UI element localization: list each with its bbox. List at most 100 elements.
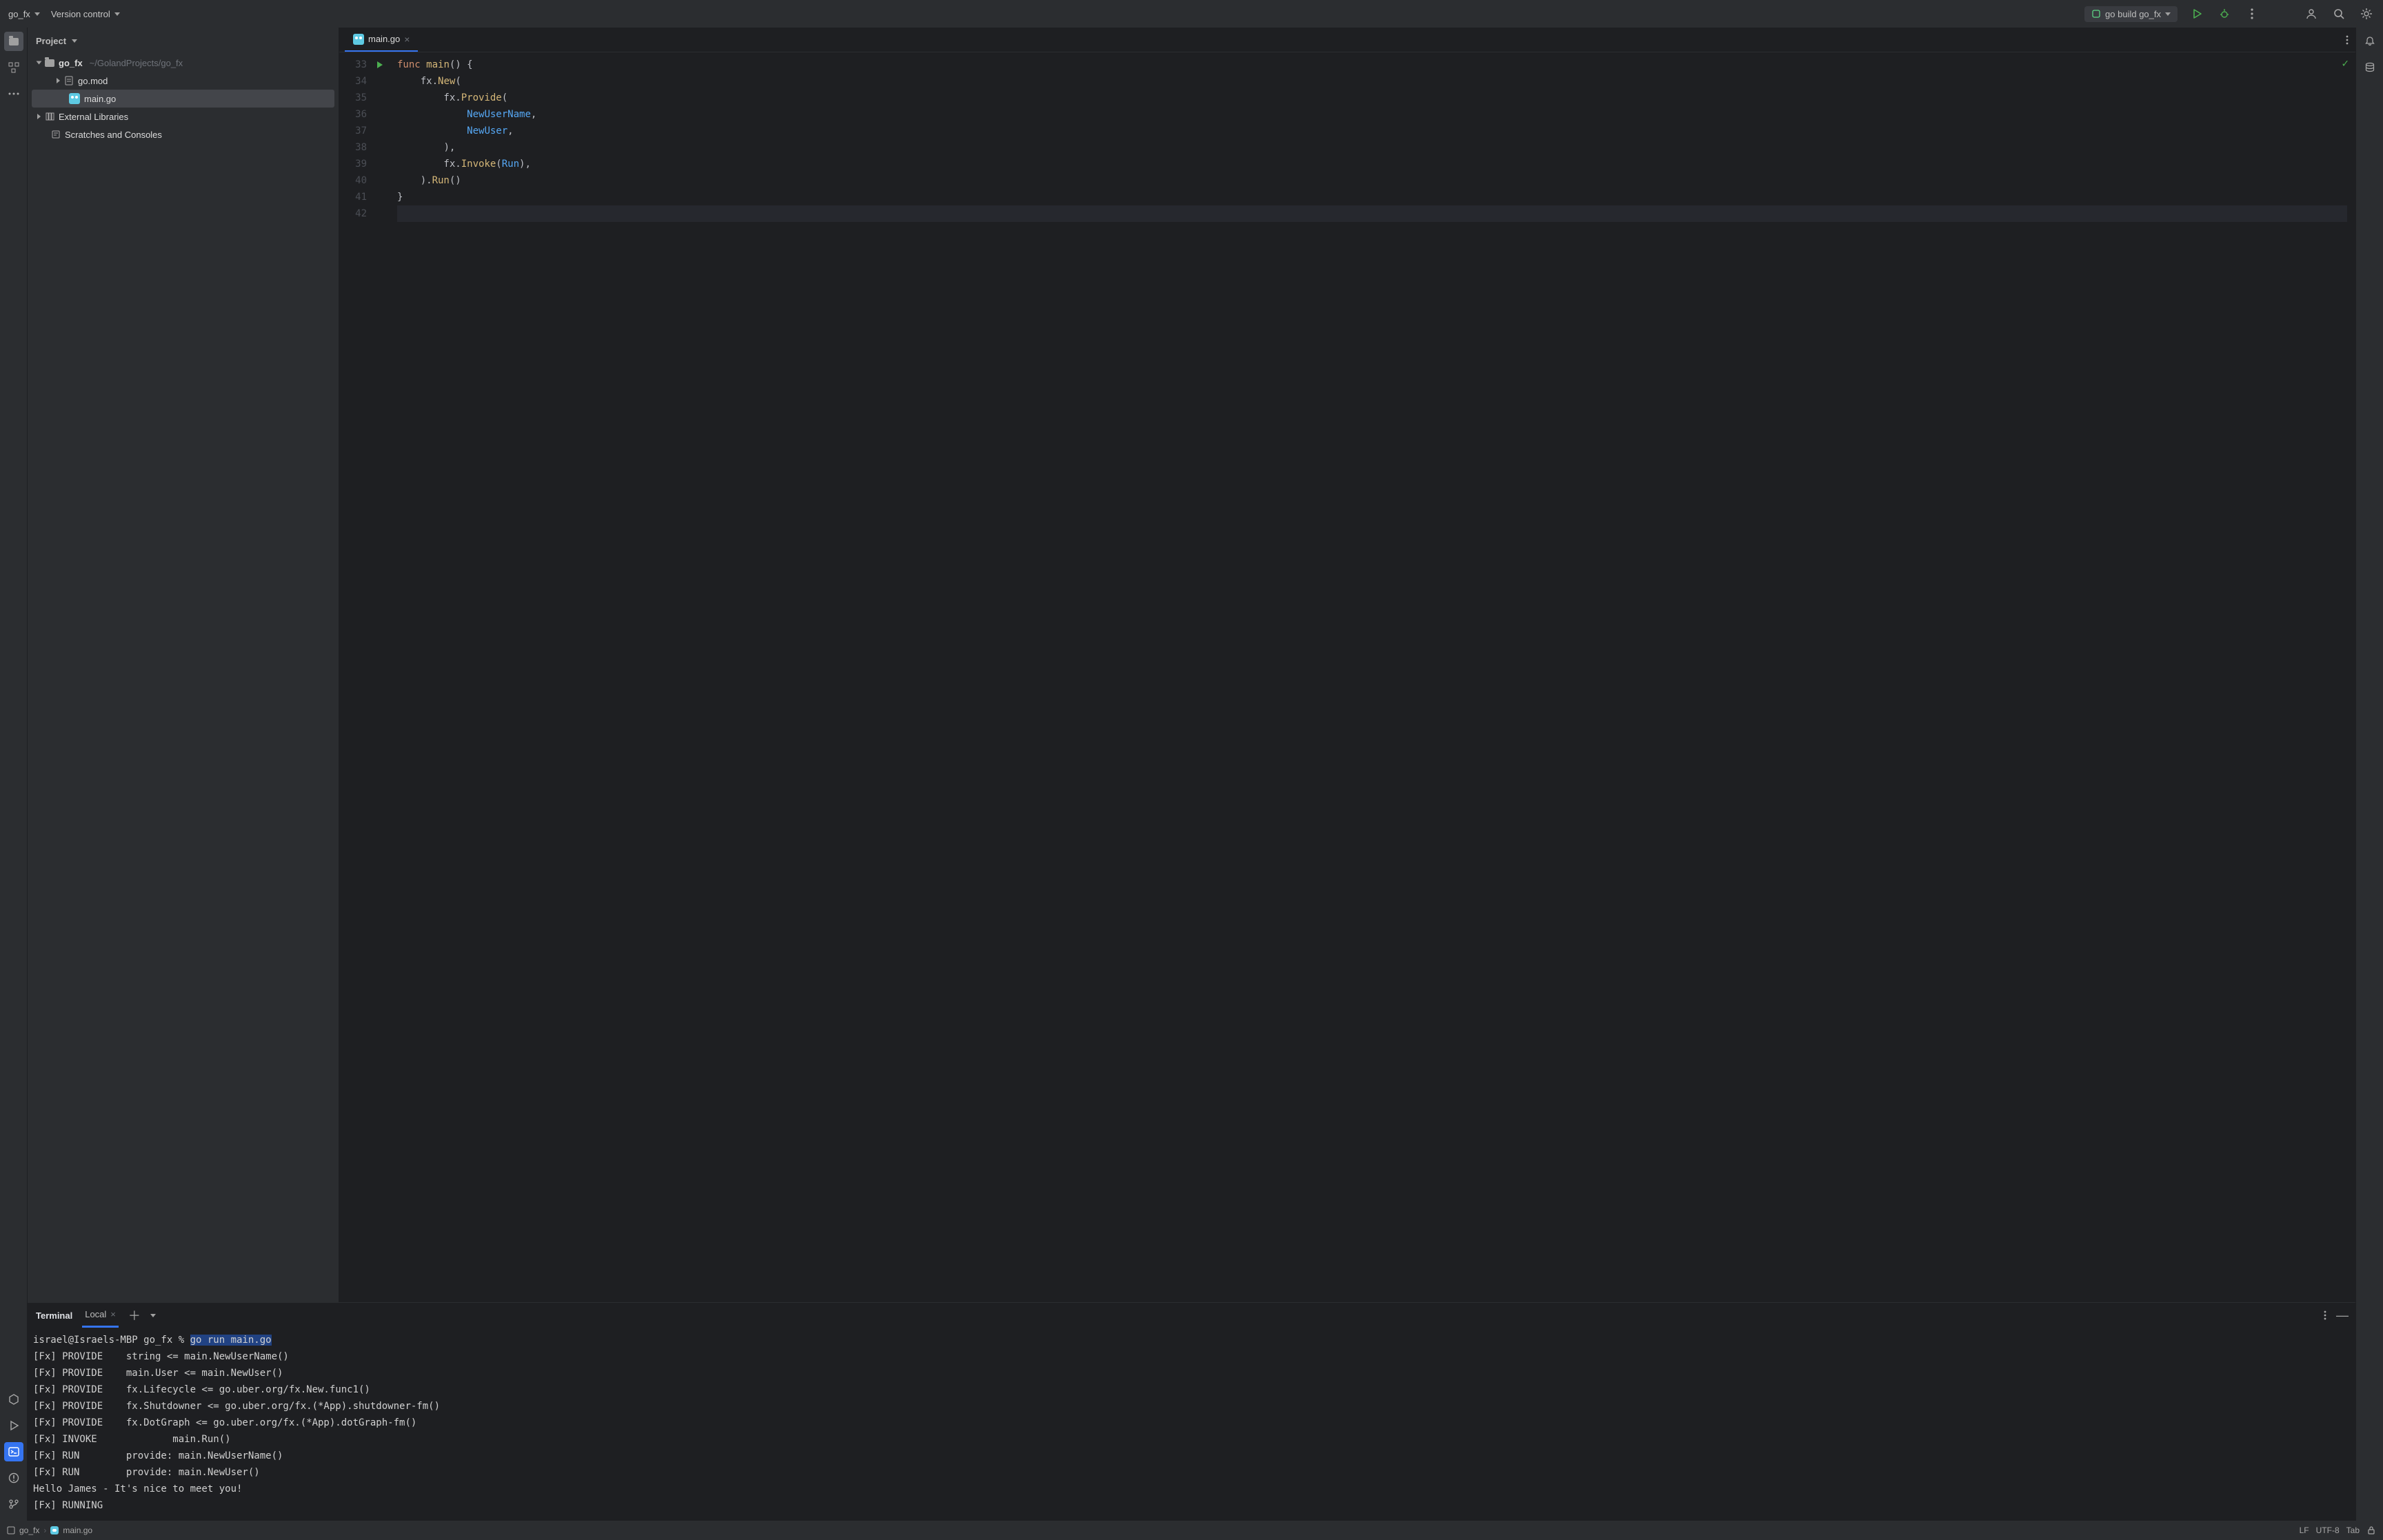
run-config-icon bbox=[2091, 9, 2101, 19]
module-icon bbox=[7, 1526, 15, 1534]
tree-item-maingo[interactable]: main.go bbox=[32, 90, 334, 108]
expand-icon bbox=[37, 61, 42, 65]
code-line[interactable] bbox=[397, 205, 2347, 222]
search-everywhere-button[interactable] bbox=[2331, 6, 2347, 22]
status-indent[interactable]: Tab bbox=[2346, 1526, 2360, 1535]
play-icon bbox=[8, 1420, 19, 1431]
code-line[interactable]: fx.Provide( bbox=[397, 90, 2347, 106]
status-readonly-toggle[interactable] bbox=[2366, 1526, 2376, 1535]
terminal-header: Terminal Local × ＋ — bbox=[28, 1303, 2355, 1328]
terminal-more-button[interactable] bbox=[2324, 1310, 2326, 1320]
editor: main.go × 33343536373839404142 func main… bbox=[339, 28, 2355, 1302]
analysis-ok-icon[interactable]: ✓ bbox=[2342, 57, 2349, 70]
tree-root-path: ~/GolandProjects/go_fx bbox=[90, 58, 183, 68]
file-icon bbox=[64, 76, 74, 85]
ellipsis-icon bbox=[8, 92, 19, 95]
person-icon bbox=[2305, 8, 2317, 20]
kebab-icon bbox=[2346, 35, 2349, 45]
editor-more-button[interactable] bbox=[2346, 35, 2349, 45]
run-config-label: go build go_fx bbox=[2105, 9, 2161, 19]
code-line[interactable]: fx.New( bbox=[397, 73, 2347, 90]
right-tool-rail bbox=[2355, 28, 2383, 1521]
breadcrumb[interactable]: go_fx › main.go bbox=[7, 1526, 92, 1535]
tree-item-gomod[interactable]: go.mod bbox=[32, 72, 334, 90]
run-button[interactable] bbox=[2189, 6, 2205, 22]
play-icon bbox=[2191, 8, 2203, 20]
statusbar: go_fx › main.go LF UTF-8 Tab bbox=[0, 1521, 2383, 1540]
project-name: go_fx bbox=[8, 9, 30, 19]
kebab-icon bbox=[2324, 1310, 2326, 1320]
left-tool-rail bbox=[0, 28, 28, 1521]
close-terminal-tab[interactable]: × bbox=[110, 1309, 116, 1319]
run-tool-button[interactable] bbox=[4, 1416, 23, 1435]
go-file-icon bbox=[69, 93, 80, 104]
code-line[interactable]: } bbox=[397, 189, 2347, 205]
editor-tab-label: main.go bbox=[368, 34, 400, 44]
hide-terminal-button[interactable]: — bbox=[2336, 1310, 2349, 1320]
terminal-tab-label: Local bbox=[85, 1309, 106, 1319]
more-tools-button[interactable] bbox=[4, 84, 23, 103]
database-tool-button[interactable] bbox=[2360, 58, 2380, 77]
project-tool-button[interactable] bbox=[4, 32, 23, 51]
git-branch-icon bbox=[8, 1499, 19, 1510]
warning-icon bbox=[8, 1472, 19, 1483]
project-header[interactable]: Project bbox=[28, 28, 339, 54]
project-dropdown[interactable]: go_fx bbox=[8, 9, 40, 19]
code-line[interactable]: func main() { bbox=[397, 57, 2347, 73]
status-encoding[interactable]: UTF-8 bbox=[2316, 1526, 2340, 1535]
folder-icon bbox=[9, 38, 19, 45]
go-file-icon bbox=[50, 1526, 59, 1534]
problems-tool-button[interactable] bbox=[4, 1468, 23, 1488]
code-lines[interactable]: func main() { fx.New( fx.Provide( NewUse… bbox=[388, 52, 2355, 1302]
notifications-button[interactable] bbox=[2360, 32, 2380, 51]
structure-tool-button[interactable] bbox=[4, 58, 23, 77]
new-terminal-button[interactable]: ＋ bbox=[128, 1306, 141, 1324]
breadcrumb-sep: › bbox=[43, 1526, 46, 1535]
editor-tab[interactable]: main.go × bbox=[345, 28, 418, 52]
titlebar: go_fx Version control go build go_fx bbox=[0, 0, 2383, 28]
terminal-dropdown[interactable] bbox=[150, 1314, 156, 1317]
vcs-dropdown[interactable]: Version control bbox=[51, 9, 120, 19]
chevron-down-icon bbox=[72, 39, 77, 43]
hexagon-icon bbox=[8, 1393, 20, 1406]
code-line[interactable]: NewUser, bbox=[397, 123, 2347, 139]
gutter-run-icon[interactable] bbox=[377, 61, 383, 68]
editor-tabs: main.go × bbox=[339, 28, 2355, 52]
tree-item-scratches[interactable]: Scratches and Consoles bbox=[32, 125, 334, 143]
project-tool-window: Project go_fx ~/GolandProjects/go_fx bbox=[28, 28, 339, 1302]
code-line[interactable]: ).Run() bbox=[397, 172, 2347, 189]
line-number-gutter: 33343536373839404142 bbox=[339, 52, 372, 1302]
tree-root-name: go_fx bbox=[59, 58, 83, 68]
tree-item-label: go.mod bbox=[78, 76, 108, 86]
lock-icon bbox=[2366, 1526, 2376, 1535]
terminal-tab[interactable]: Local × bbox=[82, 1303, 119, 1328]
project-tree: go_fx ~/GolandProjects/go_fx go.mod main… bbox=[28, 54, 339, 143]
run-gutter bbox=[372, 52, 388, 1302]
code-with-me-button[interactable] bbox=[2303, 6, 2320, 22]
terminal-title: Terminal bbox=[36, 1310, 72, 1321]
code-line[interactable]: NewUserName, bbox=[397, 106, 2347, 123]
code-line[interactable]: ), bbox=[397, 139, 2347, 156]
code-line[interactable]: fx.Invoke(Run), bbox=[397, 156, 2347, 172]
tree-root[interactable]: go_fx ~/GolandProjects/go_fx bbox=[32, 54, 334, 72]
status-line-ending[interactable]: LF bbox=[2300, 1526, 2309, 1535]
chevron-down-icon bbox=[114, 12, 120, 16]
scratches-icon bbox=[51, 130, 61, 139]
run-config-selector[interactable]: go build go_fx bbox=[2084, 6, 2178, 22]
close-tab-button[interactable]: × bbox=[404, 34, 410, 45]
tree-item-label: main.go bbox=[84, 94, 116, 104]
tree-item-ext-libs[interactable]: External Libraries bbox=[32, 108, 334, 125]
settings-button[interactable] bbox=[2358, 6, 2375, 22]
code-area[interactable]: 33343536373839404142 func main() { fx.Ne… bbox=[339, 52, 2355, 1302]
tree-item-label: Scratches and Consoles bbox=[65, 130, 162, 140]
tree-item-label: External Libraries bbox=[59, 112, 128, 122]
services-tool-button[interactable] bbox=[4, 1390, 23, 1409]
git-tool-button[interactable] bbox=[4, 1495, 23, 1514]
terminal-tool-button[interactable] bbox=[4, 1442, 23, 1461]
debug-button[interactable] bbox=[2216, 6, 2233, 22]
go-file-icon bbox=[353, 34, 364, 45]
terminal-output[interactable]: israel@Israels-MBP go_fx % go run main.g… bbox=[28, 1328, 2355, 1521]
database-icon bbox=[2364, 62, 2375, 73]
crumb-project: go_fx bbox=[19, 1526, 39, 1535]
more-actions-button[interactable] bbox=[2244, 6, 2260, 22]
